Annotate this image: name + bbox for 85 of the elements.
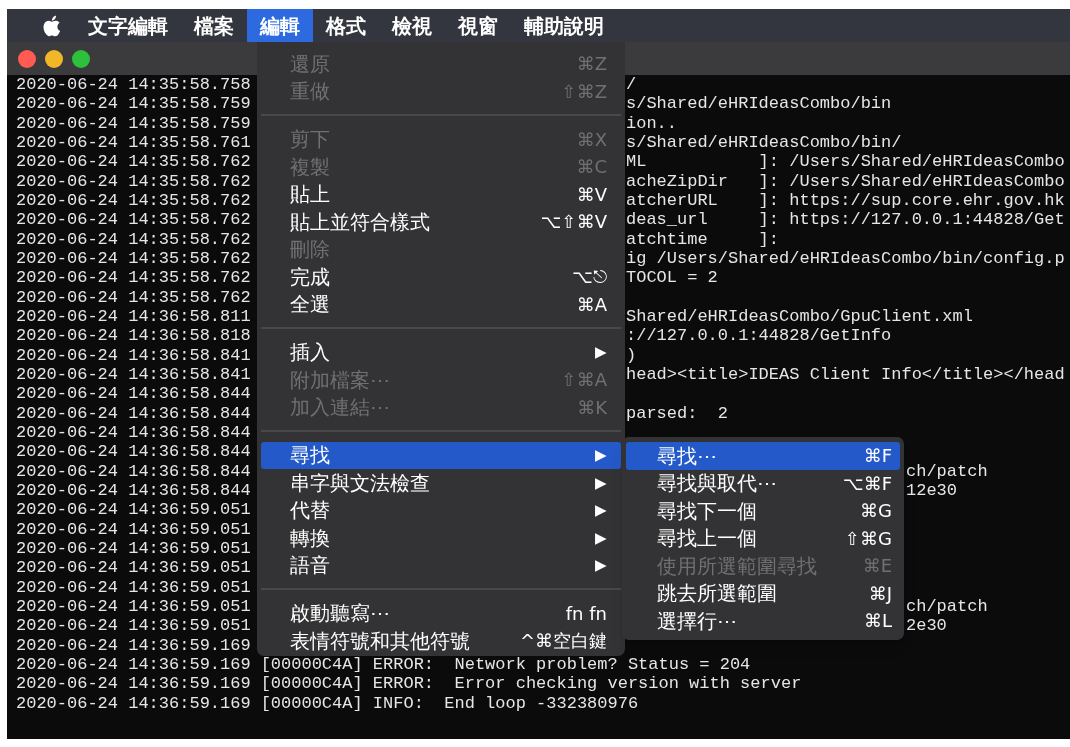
log-text: / bbox=[626, 75, 637, 95]
menu-item[interactable]: 代替 ▶ bbox=[261, 496, 621, 524]
menu-item[interactable]: 表情符號和其他符號 ^⌘空白鍵 bbox=[261, 627, 621, 655]
log-text: s/Shared/eHRIdeasCombo/bin bbox=[626, 94, 892, 114]
timestamp: 2020-06-24 14:36:58.811 bbox=[16, 306, 251, 327]
log-text: s/Shared/eHRIdeasCombo/bin/ bbox=[626, 133, 902, 153]
timestamp: 2020-06-24 14:36:59.169 bbox=[16, 654, 251, 675]
timestamp: 2020-06-24 14:36:58.844 bbox=[16, 403, 251, 423]
zoom-button[interactable] bbox=[72, 49, 90, 68]
menu-bar-item[interactable]: 檢視 bbox=[379, 9, 445, 42]
menu-item[interactable]: 選擇行⋯ ⌘L bbox=[626, 607, 900, 635]
log-text: [00000C4A] INFO: End loop -332380976 bbox=[260, 693, 639, 713]
log-text: 2e30 bbox=[906, 616, 947, 636]
menu-item[interactable]: 插入 ▶ bbox=[261, 338, 621, 366]
timestamp: 2020-06-24 14:35:58.762 bbox=[16, 229, 251, 249]
menu-item[interactable]: 串字與文法檢查 ▶ bbox=[261, 469, 621, 497]
log-text: ://127.0.0.1:44828/GetInfo bbox=[626, 326, 892, 346]
timestamp: 2020-06-24 14:36:58.844 bbox=[16, 384, 251, 404]
menu-bar-item[interactable]: 格式 bbox=[313, 9, 379, 42]
timestamp: 2020-06-24 14:35:58.759 bbox=[16, 94, 251, 114]
timestamp: 2020-06-24 14:36:59.169 bbox=[16, 674, 251, 694]
menu-item[interactable]: 尋找下一個 ⌘G bbox=[626, 497, 900, 525]
timestamp: 2020-06-24 14:36:59.051 bbox=[16, 519, 251, 539]
log-text: [00000C4A] ERROR: Network problem? Status = 204 bbox=[260, 654, 751, 675]
menu-item[interactable]: 貼上並符合樣式 ⌥⇧⌘V bbox=[261, 208, 621, 236]
timestamp: 2020-06-24 14:35:58.762 bbox=[16, 268, 251, 288]
timestamp: 2020-06-24 14:36:58.844 bbox=[16, 442, 251, 462]
close-button[interactable] bbox=[18, 49, 36, 68]
timestamp: 2020-06-24 14:36:59.051 bbox=[16, 616, 251, 636]
menu-item[interactable]: 啟動聽寫⋯ fn fn bbox=[261, 599, 621, 627]
timestamp: 2020-06-24 14:36:58.818 bbox=[16, 326, 251, 346]
log-text: ch/patch bbox=[906, 461, 988, 481]
log-text: 12e30 bbox=[906, 480, 957, 501]
menu-item[interactable]: 全選 ⌘A bbox=[261, 290, 621, 318]
apple-logo-icon[interactable] bbox=[41, 13, 61, 38]
menu-item[interactable]: 貼上 ⌘V bbox=[261, 180, 621, 208]
timestamp: 2020-06-24 14:36:59.051 bbox=[16, 500, 251, 520]
log-text: ion.. bbox=[626, 113, 677, 133]
log-text: ) bbox=[626, 345, 637, 365]
menu-item[interactable]: 轉換 ▶ bbox=[261, 524, 621, 552]
timestamp: 2020-06-24 14:36:59.169 bbox=[16, 635, 251, 655]
menu-bar-item[interactable]: 輔助說明 bbox=[511, 9, 617, 42]
timestamp: 2020-06-24 14:36:58.844 bbox=[16, 422, 251, 443]
log-text: Shared/eHRIdeasCombo/GpuClient.xml bbox=[626, 306, 973, 327]
timestamp: 2020-06-24 14:36:59.051 bbox=[16, 538, 251, 559]
menu-bar-item[interactable]: 視窗 bbox=[445, 9, 511, 42]
log-text: ch/patch bbox=[906, 596, 988, 617]
log-text: head><title>IDEAS Client Info</title></head bbox=[626, 364, 1065, 385]
menu-bar-item[interactable]: 檔案 bbox=[181, 9, 247, 42]
timestamp: 2020-06-24 14:35:58.762 bbox=[16, 190, 251, 211]
log-text: atchtime ]: bbox=[626, 229, 780, 249]
timestamp: 2020-06-24 14:35:58.761 bbox=[16, 133, 251, 153]
timestamp: 2020-06-24 14:36:59.169 bbox=[16, 693, 251, 713]
menu-item[interactable]: 尋找上一個 ⇧⌘G bbox=[626, 524, 900, 552]
timestamp: 2020-06-24 14:36:59.051 bbox=[16, 596, 251, 617]
menu-item[interactable]: 語音 ▶ bbox=[261, 551, 621, 579]
log-text: ML ]: /Users/Shared/eHRIdeasCombo bbox=[626, 152, 1065, 172]
log-text: deas_url ]: https://127.0.0.1:44828/Get bbox=[626, 210, 1065, 230]
timestamp: 2020-06-24 14:35:58.762 bbox=[16, 210, 251, 230]
menu-item[interactable]: 尋找⋯ ⌘F bbox=[626, 442, 900, 470]
timestamp: 2020-06-24 14:36:59.051 bbox=[16, 577, 251, 597]
menu-bar-item[interactable]: 編輯 bbox=[247, 9, 313, 42]
timestamp: 2020-06-24 14:36:59.051 bbox=[16, 558, 251, 578]
timestamp: 2020-06-24 14:35:58.762 bbox=[16, 287, 251, 307]
timestamp: 2020-06-24 14:35:58.762 bbox=[16, 248, 251, 269]
minimize-button[interactable] bbox=[45, 49, 63, 68]
menu-bar-item[interactable]: 文字編輯 bbox=[75, 9, 181, 42]
log-text: ig /Users/Shared/eHRIdeasCombo/bin/config.p bbox=[626, 248, 1065, 269]
timestamp: 2020-06-24 14:36:58.844 bbox=[16, 480, 251, 501]
log-text: TOCOL = 2 bbox=[626, 268, 718, 288]
menu-item[interactable]: 尋找與取代⋯ ⌥⌘F bbox=[626, 469, 900, 497]
menu-item[interactable]: 跳去所選範圍 ⌘J bbox=[626, 579, 900, 607]
menu-item[interactable]: 尋找 ▶ bbox=[261, 441, 621, 469]
timestamp: 2020-06-24 14:36:58.844 bbox=[16, 461, 251, 481]
log-text: atcherURL ]: https://sup.core.ehr.gov.hk bbox=[626, 190, 1065, 211]
log-text: acheZipDir ]: /Users/Shared/eHRIdeasCombo bbox=[626, 171, 1065, 191]
log-text: parsed: 2 bbox=[626, 403, 729, 423]
timestamp: 2020-06-24 14:35:58.758 bbox=[16, 75, 251, 95]
timestamp: 2020-06-24 14:35:58.759 bbox=[16, 113, 251, 133]
timestamp: 2020-06-24 14:36:58.841 bbox=[16, 364, 251, 385]
log-text: [00000C4A] ERROR: Error checking version with server bbox=[260, 674, 802, 694]
menu-item[interactable]: 完成 ⌥⎋ bbox=[261, 263, 621, 291]
timestamp: 2020-06-24 14:36:58.841 bbox=[16, 345, 251, 365]
timestamp: 2020-06-24 14:35:58.762 bbox=[16, 152, 251, 172]
timestamp: 2020-06-24 14:35:58.762 bbox=[16, 171, 251, 191]
